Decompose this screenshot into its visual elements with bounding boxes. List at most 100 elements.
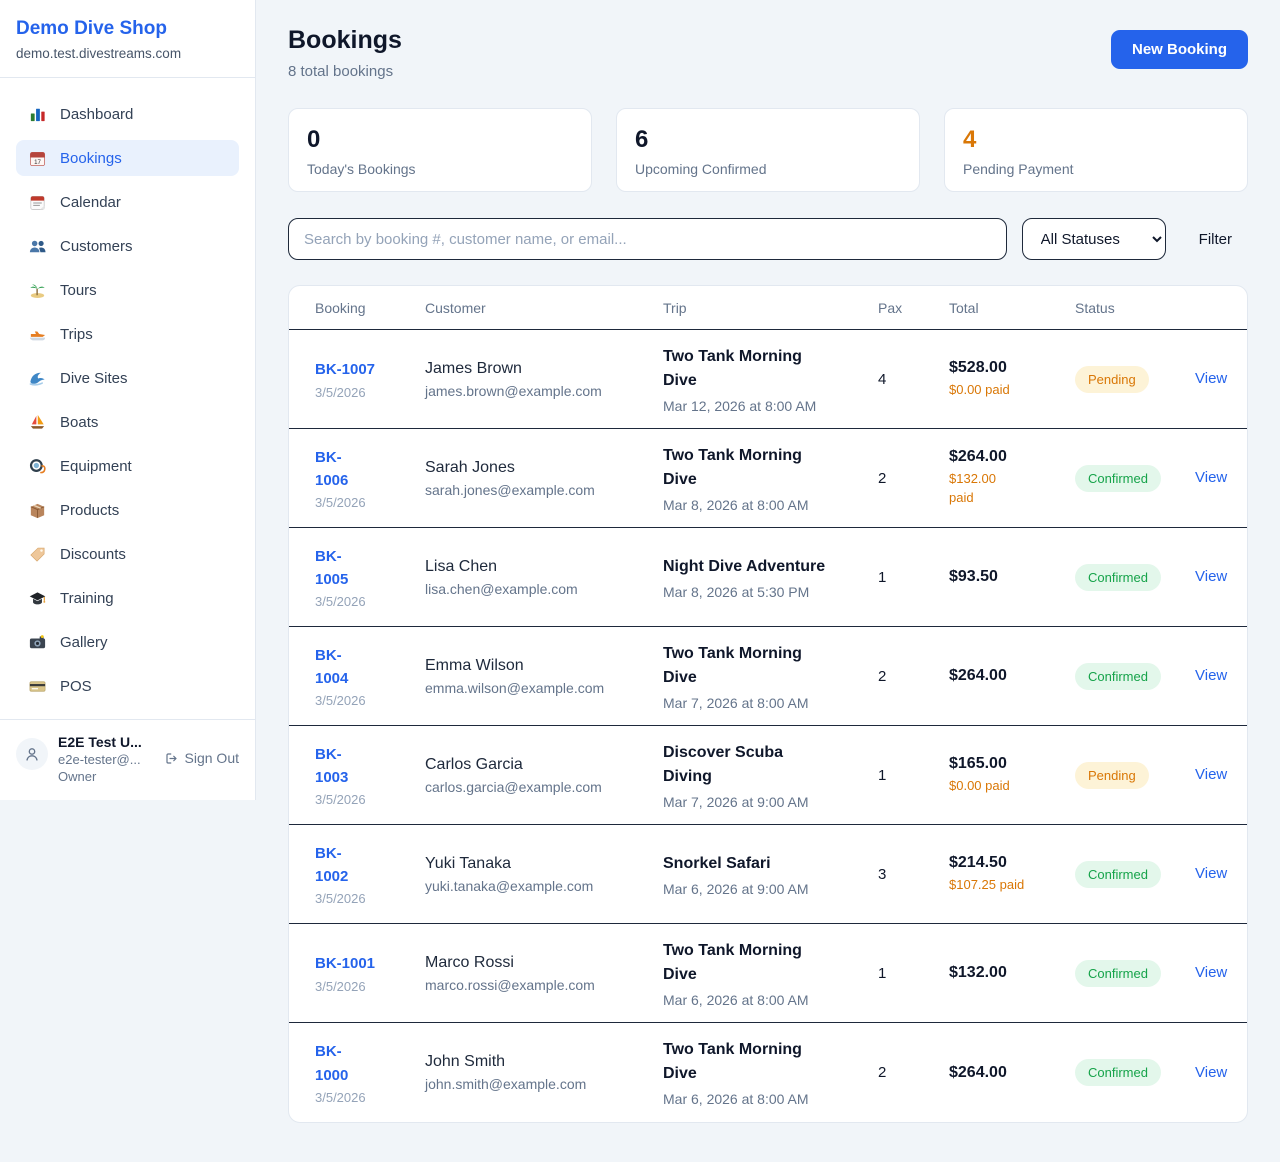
sidebar-item-label: Trips xyxy=(60,326,93,343)
trip-datetime: Mar 12, 2026 at 8:00 AM xyxy=(663,398,878,414)
booking-date: 3/5/2026 xyxy=(315,891,425,906)
column-header-status: Status xyxy=(1075,300,1195,316)
view-link[interactable]: View xyxy=(1195,469,1227,486)
total-amount: $528.00 xyxy=(949,359,1075,377)
booking-id-link[interactable]: BK-1001 xyxy=(315,952,375,975)
sidebar-item-boats[interactable]: Boats xyxy=(16,404,239,440)
pax-count: 1 xyxy=(878,767,949,784)
sidebar-item-bookings[interactable]: 17 Bookings xyxy=(16,140,239,176)
pax-count: 2 xyxy=(878,1064,949,1081)
view-link[interactable]: View xyxy=(1195,568,1227,585)
sailboat-icon xyxy=(28,413,47,432)
wave-icon xyxy=(28,369,47,388)
stat-card: 6 Upcoming Confirmed xyxy=(616,108,920,192)
svg-text:17: 17 xyxy=(34,159,41,166)
customer-email: carlos.garcia@example.com xyxy=(425,779,663,795)
shop-name: Demo Dive Shop xyxy=(16,18,239,40)
sign-out-button[interactable]: Sign Out xyxy=(164,750,239,766)
view-link[interactable]: View xyxy=(1195,667,1227,684)
new-booking-button[interactable]: New Booking xyxy=(1111,30,1248,69)
sidebar-item-label: POS xyxy=(60,678,92,695)
booking-date: 3/5/2026 xyxy=(315,1090,425,1105)
booking-id-link[interactable]: BK- 1006 xyxy=(315,446,348,493)
sidebar-item-tours[interactable]: Tours xyxy=(16,272,239,308)
customer-email: emma.wilson@example.com xyxy=(425,680,663,696)
status-badge: Confirmed xyxy=(1075,861,1161,888)
sidebar-item-trips[interactable]: Trips xyxy=(16,316,239,352)
stat-label: Upcoming Confirmed xyxy=(635,161,901,177)
sidebar: Demo Dive Shop demo.test.divestreams.com… xyxy=(0,0,256,800)
search-input[interactable] xyxy=(288,218,1007,260)
paid-amount: $132.00 paid xyxy=(949,470,1075,508)
booking-id-link[interactable]: BK- 1005 xyxy=(315,545,348,592)
sidebar-item-pos[interactable]: POS xyxy=(16,668,239,704)
status-select[interactable]: All Statuses xyxy=(1022,218,1166,260)
customer-name: Sarah Jones xyxy=(425,459,663,477)
booking-id-link[interactable]: BK-1007 xyxy=(315,358,375,381)
sidebar-item-label: Dashboard xyxy=(60,106,133,123)
sidebar-item-dive-sites[interactable]: Dive Sites xyxy=(16,360,239,396)
customer-email: marco.rossi@example.com xyxy=(425,977,663,993)
view-link[interactable]: View xyxy=(1195,766,1227,783)
page-header: Bookings 8 total bookings New Booking xyxy=(288,26,1248,80)
sign-out-icon xyxy=(164,751,179,766)
booking-id-link[interactable]: BK- 1000 xyxy=(315,1040,348,1087)
trip-name: Two Tank Morning Dive xyxy=(663,345,878,393)
sign-out-label: Sign Out xyxy=(185,750,239,766)
filter-row: All Statuses Filter xyxy=(288,218,1248,260)
trip-name: Two Tank Morning Dive xyxy=(663,939,878,987)
stat-card: 0 Today's Bookings xyxy=(288,108,592,192)
customer-email: john.smith@example.com xyxy=(425,1076,663,1092)
sidebar-item-label: Discounts xyxy=(60,546,126,563)
sidebar-item-label: Equipment xyxy=(60,458,132,475)
sidebar-item-training[interactable]: Training xyxy=(16,580,239,616)
filter-button[interactable]: Filter xyxy=(1181,231,1248,248)
trip-datetime: Mar 6, 2026 at 9:00 AM xyxy=(663,881,878,897)
total-amount: $264.00 xyxy=(949,448,1075,466)
booking-id-link[interactable]: BK- 1002 xyxy=(315,842,348,889)
sidebar-item-calendar[interactable]: Calendar xyxy=(16,184,239,220)
stat-value: 4 xyxy=(963,126,1229,154)
view-link[interactable]: View xyxy=(1195,964,1227,981)
package-icon xyxy=(28,501,47,520)
bar-chart-icon xyxy=(28,105,47,124)
view-link[interactable]: View xyxy=(1195,370,1227,387)
booking-id-link[interactable]: BK- 1004 xyxy=(315,644,348,691)
booking-date: 3/5/2026 xyxy=(315,385,425,400)
booking-date: 3/5/2026 xyxy=(315,693,425,708)
sidebar-item-label: Tours xyxy=(60,282,97,299)
view-link[interactable]: View xyxy=(1195,865,1227,882)
total-amount: $132.00 xyxy=(949,964,1075,982)
stat-label: Today's Bookings xyxy=(307,161,573,177)
booking-row-bk-1001: BK-1001 3/5/2026 Marco Rossi marco.rossi… xyxy=(289,924,1247,1023)
sidebar-item-label: Calendar xyxy=(60,194,121,211)
bookings-table: Booking Customer Trip Pax Total Status B… xyxy=(288,285,1248,1123)
trip-name: Snorkel Safari xyxy=(663,852,878,876)
stat-cards: 0 Today's Bookings 6 Upcoming Confirmed … xyxy=(288,108,1248,192)
tag-icon xyxy=(28,545,47,564)
sidebar-item-customers[interactable]: Customers xyxy=(16,228,239,264)
sidebar-item-label: Products xyxy=(60,502,119,519)
sidebar-header: Demo Dive Shop demo.test.divestreams.com xyxy=(0,0,255,78)
column-header-total: Total xyxy=(949,300,1075,316)
trip-datetime: Mar 8, 2026 at 5:30 PM xyxy=(663,584,878,600)
paid-amount: $107.25 paid xyxy=(949,876,1075,895)
booking-id-link[interactable]: BK- 1003 xyxy=(315,743,348,790)
graduation-cap-icon xyxy=(28,589,47,608)
user-role: Owner xyxy=(58,769,154,784)
sidebar-item-products[interactable]: Products xyxy=(16,492,239,528)
user-email: e2e-tester@... xyxy=(58,752,154,767)
table-body: BK-1007 3/5/2026 James Brown james.brown… xyxy=(289,330,1247,1122)
booking-row-bk-1006: BK- 1006 3/5/2026 Sarah Jones sarah.jone… xyxy=(289,429,1247,528)
calendar-icon xyxy=(28,193,47,212)
trip-datetime: Mar 8, 2026 at 8:00 AM xyxy=(663,497,878,513)
sidebar-item-dashboard[interactable]: Dashboard xyxy=(16,96,239,132)
sidebar-item-equipment[interactable]: Equipment xyxy=(16,448,239,484)
table-header-row: Booking Customer Trip Pax Total Status xyxy=(289,286,1247,330)
sidebar-item-gallery[interactable]: Gallery xyxy=(16,624,239,660)
customer-name: Marco Rossi xyxy=(425,954,663,972)
sidebar-item-discounts[interactable]: Discounts xyxy=(16,536,239,572)
view-link[interactable]: View xyxy=(1195,1064,1227,1081)
sidebar-item-label: Bookings xyxy=(60,150,122,167)
pax-count: 4 xyxy=(878,371,949,388)
